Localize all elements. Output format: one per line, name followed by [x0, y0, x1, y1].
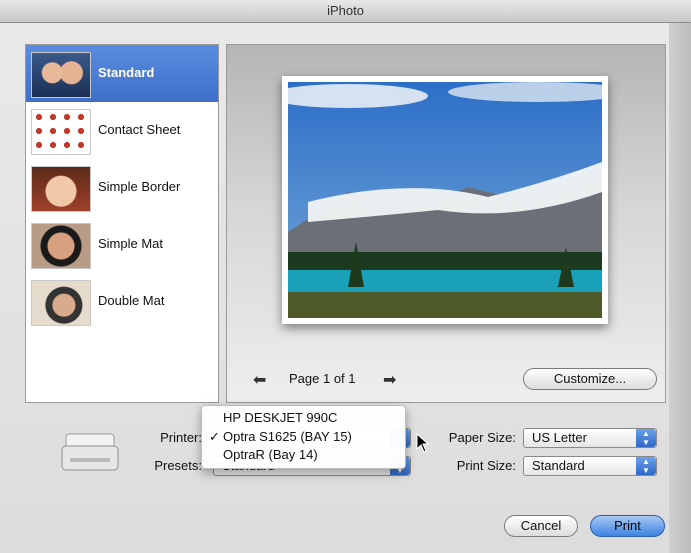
- theme-item-simple-mat[interactable]: Simple Mat: [26, 216, 218, 273]
- theme-label: Simple Border: [98, 179, 181, 194]
- print-size-popup[interactable]: Standard ▲ ▼: [523, 456, 657, 476]
- presets-label: Presets:: [154, 458, 202, 473]
- previous-page-arrow-icon[interactable]: ⬅: [253, 370, 266, 390]
- print-button[interactable]: Print: [590, 515, 665, 537]
- popup-arrows-icon: ▲▼: [636, 457, 656, 475]
- theme-list[interactable]: Standard Contact Sheet Simple Border Sim…: [25, 44, 219, 403]
- simple-mat-thumbnail: [31, 223, 91, 269]
- paper-size-value: US Letter: [532, 430, 587, 445]
- standard-thumbnail: [31, 52, 91, 98]
- double-mat-thumbnail: [31, 280, 91, 326]
- theme-item-simple-border[interactable]: Simple Border: [26, 159, 218, 216]
- simple-border-thumbnail: [31, 166, 91, 212]
- paper-size-label: Paper Size:: [448, 430, 516, 445]
- printer-label: Printer:: [160, 430, 202, 445]
- paper-size-popup[interactable]: US Letter ▲ ▼: [523, 428, 657, 448]
- print-size-label: Print Size:: [456, 458, 516, 473]
- theme-item-double-mat[interactable]: Double Mat: [26, 273, 218, 330]
- theme-item-standard[interactable]: Standard: [26, 45, 218, 102]
- customize-button[interactable]: Customize...: [523, 368, 657, 390]
- theme-label: Contact Sheet: [98, 122, 181, 137]
- preview-page: [282, 76, 608, 324]
- contact-sheet-thumbnail: [31, 109, 91, 155]
- next-page-arrow-icon[interactable]: ➡: [383, 370, 396, 390]
- popup-arrows-icon: ▲▼: [636, 429, 656, 447]
- printer-menu-item[interactable]: HP DESKJET 990C: [202, 409, 405, 427]
- print-size-value: Standard: [532, 458, 585, 473]
- page-indicator: Page 1 of 1: [289, 371, 356, 386]
- menu-item-label: Optra S1625 (BAY 15): [223, 429, 352, 444]
- theme-item-contact-sheet[interactable]: Contact Sheet: [26, 102, 218, 159]
- menu-item-label: HP DESKJET 990C: [223, 410, 338, 425]
- printer-icon: [60, 430, 120, 474]
- cancel-button[interactable]: Cancel: [504, 515, 578, 537]
- checkmark-icon: ✓: [209, 429, 220, 444]
- mouse-pointer-icon: [416, 432, 430, 453]
- printer-menu-item[interactable]: ✓ Optra S1625 (BAY 15): [202, 428, 405, 446]
- window-title: iPhoto: [0, 0, 691, 23]
- preview-photo: [288, 82, 602, 318]
- print-preview: ⬅ Page 1 of 1 ➡ Customize...: [226, 44, 666, 403]
- printer-menu-item[interactable]: OptraR (Bay 14): [202, 446, 405, 464]
- theme-label: Simple Mat: [98, 236, 164, 251]
- theme-label: Standard: [98, 65, 155, 80]
- window-edge: [669, 23, 691, 553]
- theme-label: Double Mat: [98, 293, 165, 308]
- menu-item-label: OptraR (Bay 14): [223, 447, 318, 462]
- printer-menu: HP DESKJET 990C ✓ Optra S1625 (BAY 15) O…: [201, 405, 406, 469]
